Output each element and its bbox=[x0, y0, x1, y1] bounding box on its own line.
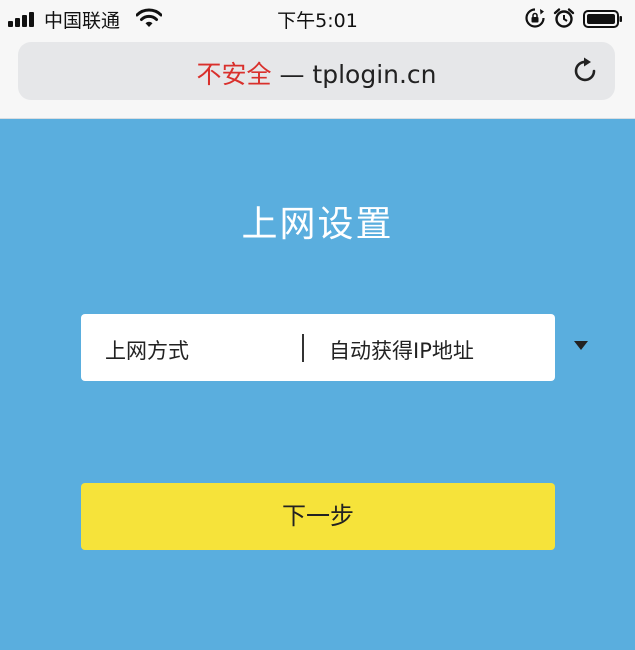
address-bar[interactable]: 不安全 — tplogin.cn bbox=[18, 42, 615, 100]
alarm-icon bbox=[553, 8, 575, 28]
connection-type-value: 自动获得IP地址 bbox=[329, 339, 474, 363]
connection-type-label: 上网方式 bbox=[105, 339, 189, 363]
rotation-lock-icon bbox=[525, 8, 545, 28]
status-bar: 中国联通 下午5:01 bbox=[0, 0, 635, 38]
next-step-button[interactable]: 下一步 bbox=[81, 483, 555, 550]
url-host: tplogin.cn bbox=[312, 60, 437, 89]
address-text: 不安全 — tplogin.cn bbox=[18, 55, 615, 91]
reload-icon[interactable] bbox=[571, 56, 601, 86]
not-secure-label: 不安全 bbox=[196, 60, 272, 89]
battery-icon bbox=[583, 10, 622, 28]
connection-type-select[interactable]: 上网方式 自动获得IP地址 bbox=[81, 314, 588, 381]
url-separator: — bbox=[271, 60, 313, 89]
browser-chrome: 中国联通 下午5:01 不安全 — tplogin.cn bbox=[0, 0, 635, 119]
next-step-label: 下一步 bbox=[282, 502, 354, 530]
field-divider bbox=[302, 334, 304, 362]
triangle-down-icon[interactable] bbox=[574, 341, 588, 350]
page-title: 上网设置 bbox=[241, 204, 394, 245]
